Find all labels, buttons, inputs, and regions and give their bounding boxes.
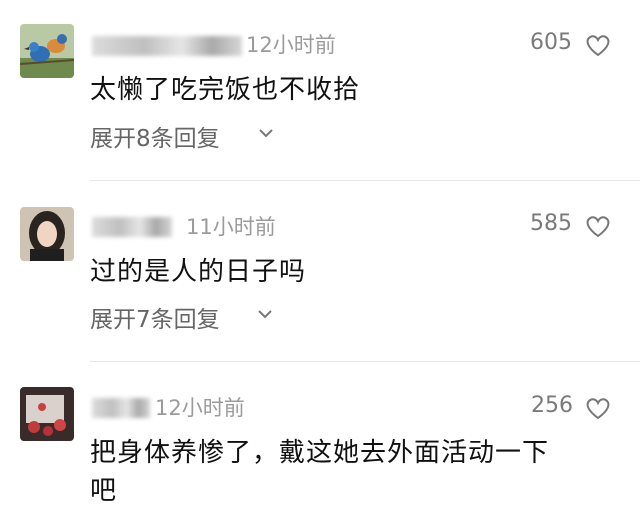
user-avatar[interactable] — [20, 24, 74, 78]
comment-text: 把身体养惨了，戴这她去外面活动一下 — [90, 438, 550, 468]
like-count: 585 — [530, 211, 572, 236]
comment-text-line2: 吧 — [90, 476, 118, 506]
flower-avatar-icon — [20, 387, 74, 441]
comment-item: 12小时前 605 太懒了吃完饭也不收拾 展开8条回复 — [0, 0, 640, 180]
user-avatar[interactable] — [20, 207, 74, 261]
comment-time: 12小时前 — [155, 396, 245, 420]
chevron-down-icon — [259, 129, 273, 138]
expand-replies-button[interactable]: 展开8条回复 — [90, 119, 220, 153]
username-redacted[interactable] — [92, 217, 172, 237]
comment-item: 12小时前 256 把身体养惨了，戴这她去外面活动一下 吧 — [0, 362, 640, 506]
chevron-down-icon — [258, 310, 272, 319]
like-count: 605 — [530, 30, 572, 55]
comment-time: 12小时前 — [246, 33, 336, 57]
woman-avatar-icon — [20, 207, 74, 261]
comment-text: 太懒了吃完饭也不收拾 — [90, 75, 361, 105]
like-count: 256 — [531, 393, 573, 418]
username-redacted[interactable] — [92, 398, 150, 418]
expand-replies-button[interactable]: 展开7条回复 — [90, 300, 220, 334]
bird-avatar-icon — [20, 24, 74, 78]
comment-text: 过的是人的日子吗 — [90, 257, 307, 287]
heart-icon[interactable] — [585, 33, 611, 57]
user-avatar[interactable] — [20, 387, 74, 441]
comment-time: 11小时前 — [186, 215, 276, 239]
username-redacted[interactable] — [92, 36, 242, 56]
comment-item: 11小时前 585 过的是人的日子吗 展开7条回复 — [0, 181, 640, 361]
heart-icon[interactable] — [585, 396, 611, 420]
heart-icon[interactable] — [585, 214, 611, 238]
